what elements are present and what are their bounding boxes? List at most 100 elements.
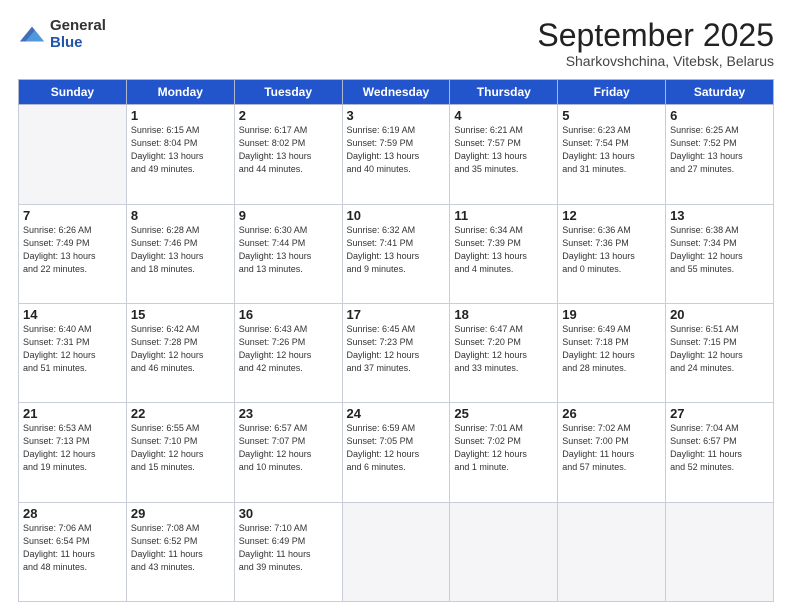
day-number: 26 (562, 406, 661, 421)
day-info: Sunrise: 6:40 AMSunset: 7:31 PMDaylight:… (23, 323, 122, 375)
day-number: 13 (670, 208, 769, 223)
day-number: 5 (562, 108, 661, 123)
header-tuesday: Tuesday (234, 80, 342, 105)
day-info: Sunrise: 7:06 AMSunset: 6:54 PMDaylight:… (23, 522, 122, 574)
logo-text: General Blue (50, 18, 106, 51)
day-number: 4 (454, 108, 553, 123)
title-block: September 2025 Sharkovshchina, Vitebsk, … (537, 18, 774, 69)
table-row: 5Sunrise: 6:23 AMSunset: 7:54 PMDaylight… (558, 105, 666, 204)
day-info: Sunrise: 6:28 AMSunset: 7:46 PMDaylight:… (131, 224, 230, 276)
table-row (450, 502, 558, 601)
header-saturday: Saturday (666, 80, 774, 105)
day-number: 23 (239, 406, 338, 421)
day-number: 6 (670, 108, 769, 123)
day-info: Sunrise: 6:53 AMSunset: 7:13 PMDaylight:… (23, 422, 122, 474)
day-number: 30 (239, 506, 338, 521)
logo: General Blue (18, 18, 106, 51)
day-info: Sunrise: 7:10 AMSunset: 6:49 PMDaylight:… (239, 522, 338, 574)
table-row: 15Sunrise: 6:42 AMSunset: 7:28 PMDayligh… (126, 303, 234, 402)
day-info: Sunrise: 7:02 AMSunset: 7:00 PMDaylight:… (562, 422, 661, 474)
table-row: 30Sunrise: 7:10 AMSunset: 6:49 PMDayligh… (234, 502, 342, 601)
table-row: 13Sunrise: 6:38 AMSunset: 7:34 PMDayligh… (666, 204, 774, 303)
table-row: 26Sunrise: 7:02 AMSunset: 7:00 PMDayligh… (558, 403, 666, 502)
day-number: 14 (23, 307, 122, 322)
day-info: Sunrise: 7:08 AMSunset: 6:52 PMDaylight:… (131, 522, 230, 574)
day-info: Sunrise: 6:30 AMSunset: 7:44 PMDaylight:… (239, 224, 338, 276)
table-row (666, 502, 774, 601)
day-number: 12 (562, 208, 661, 223)
table-row: 21Sunrise: 6:53 AMSunset: 7:13 PMDayligh… (19, 403, 127, 502)
day-number: 18 (454, 307, 553, 322)
day-info: Sunrise: 6:59 AMSunset: 7:05 PMDaylight:… (347, 422, 446, 474)
calendar-title: September 2025 (537, 18, 774, 53)
table-row: 10Sunrise: 6:32 AMSunset: 7:41 PMDayligh… (342, 204, 450, 303)
table-row: 18Sunrise: 6:47 AMSunset: 7:20 PMDayligh… (450, 303, 558, 402)
logo-general-label: General (50, 18, 106, 35)
calendar-week-row: 21Sunrise: 6:53 AMSunset: 7:13 PMDayligh… (19, 403, 774, 502)
day-number: 24 (347, 406, 446, 421)
calendar-week-row: 14Sunrise: 6:40 AMSunset: 7:31 PMDayligh… (19, 303, 774, 402)
table-row: 27Sunrise: 7:04 AMSunset: 6:57 PMDayligh… (666, 403, 774, 502)
day-info: Sunrise: 6:43 AMSunset: 7:26 PMDaylight:… (239, 323, 338, 375)
table-row: 28Sunrise: 7:06 AMSunset: 6:54 PMDayligh… (19, 502, 127, 601)
day-info: Sunrise: 6:23 AMSunset: 7:54 PMDaylight:… (562, 124, 661, 176)
table-row: 9Sunrise: 6:30 AMSunset: 7:44 PMDaylight… (234, 204, 342, 303)
table-row: 3Sunrise: 6:19 AMSunset: 7:59 PMDaylight… (342, 105, 450, 204)
table-row: 24Sunrise: 6:59 AMSunset: 7:05 PMDayligh… (342, 403, 450, 502)
calendar-week-row: 28Sunrise: 7:06 AMSunset: 6:54 PMDayligh… (19, 502, 774, 601)
table-row: 16Sunrise: 6:43 AMSunset: 7:26 PMDayligh… (234, 303, 342, 402)
day-info: Sunrise: 6:51 AMSunset: 7:15 PMDaylight:… (670, 323, 769, 375)
logo-icon (18, 21, 46, 49)
day-number: 17 (347, 307, 446, 322)
table-row: 29Sunrise: 7:08 AMSunset: 6:52 PMDayligh… (126, 502, 234, 601)
table-row: 14Sunrise: 6:40 AMSunset: 7:31 PMDayligh… (19, 303, 127, 402)
table-row (558, 502, 666, 601)
day-info: Sunrise: 6:55 AMSunset: 7:10 PMDaylight:… (131, 422, 230, 474)
table-row: 8Sunrise: 6:28 AMSunset: 7:46 PMDaylight… (126, 204, 234, 303)
page: General Blue September 2025 Sharkovshchi… (0, 0, 792, 612)
day-info: Sunrise: 6:19 AMSunset: 7:59 PMDaylight:… (347, 124, 446, 176)
header-monday: Monday (126, 80, 234, 105)
day-info: Sunrise: 6:25 AMSunset: 7:52 PMDaylight:… (670, 124, 769, 176)
day-number: 22 (131, 406, 230, 421)
calendar-table: Sunday Monday Tuesday Wednesday Thursday… (18, 79, 774, 602)
day-number: 11 (454, 208, 553, 223)
day-number: 1 (131, 108, 230, 123)
header-thursday: Thursday (450, 80, 558, 105)
table-row: 23Sunrise: 6:57 AMSunset: 7:07 PMDayligh… (234, 403, 342, 502)
day-info: Sunrise: 7:01 AMSunset: 7:02 PMDaylight:… (454, 422, 553, 474)
day-number: 19 (562, 307, 661, 322)
day-info: Sunrise: 6:15 AMSunset: 8:04 PMDaylight:… (131, 124, 230, 176)
day-number: 10 (347, 208, 446, 223)
day-number: 9 (239, 208, 338, 223)
day-info: Sunrise: 6:45 AMSunset: 7:23 PMDaylight:… (347, 323, 446, 375)
table-row: 6Sunrise: 6:25 AMSunset: 7:52 PMDaylight… (666, 105, 774, 204)
day-info: Sunrise: 6:26 AMSunset: 7:49 PMDaylight:… (23, 224, 122, 276)
day-number: 27 (670, 406, 769, 421)
calendar-location: Sharkovshchina, Vitebsk, Belarus (537, 53, 774, 69)
table-row: 12Sunrise: 6:36 AMSunset: 7:36 PMDayligh… (558, 204, 666, 303)
table-row: 4Sunrise: 6:21 AMSunset: 7:57 PMDaylight… (450, 105, 558, 204)
day-info: Sunrise: 6:21 AMSunset: 7:57 PMDaylight:… (454, 124, 553, 176)
weekday-header-row: Sunday Monday Tuesday Wednesday Thursday… (19, 80, 774, 105)
header-sunday: Sunday (19, 80, 127, 105)
day-info: Sunrise: 6:17 AMSunset: 8:02 PMDaylight:… (239, 124, 338, 176)
day-number: 7 (23, 208, 122, 223)
table-row: 19Sunrise: 6:49 AMSunset: 7:18 PMDayligh… (558, 303, 666, 402)
day-info: Sunrise: 7:04 AMSunset: 6:57 PMDaylight:… (670, 422, 769, 474)
table-row: 2Sunrise: 6:17 AMSunset: 8:02 PMDaylight… (234, 105, 342, 204)
day-info: Sunrise: 6:49 AMSunset: 7:18 PMDaylight:… (562, 323, 661, 375)
header-wednesday: Wednesday (342, 80, 450, 105)
day-number: 15 (131, 307, 230, 322)
table-row: 20Sunrise: 6:51 AMSunset: 7:15 PMDayligh… (666, 303, 774, 402)
day-number: 25 (454, 406, 553, 421)
day-number: 28 (23, 506, 122, 521)
day-number: 20 (670, 307, 769, 322)
header-friday: Friday (558, 80, 666, 105)
day-number: 8 (131, 208, 230, 223)
day-number: 29 (131, 506, 230, 521)
day-number: 16 (239, 307, 338, 322)
day-info: Sunrise: 6:57 AMSunset: 7:07 PMDaylight:… (239, 422, 338, 474)
table-row: 1Sunrise: 6:15 AMSunset: 8:04 PMDaylight… (126, 105, 234, 204)
table-row: 25Sunrise: 7:01 AMSunset: 7:02 PMDayligh… (450, 403, 558, 502)
